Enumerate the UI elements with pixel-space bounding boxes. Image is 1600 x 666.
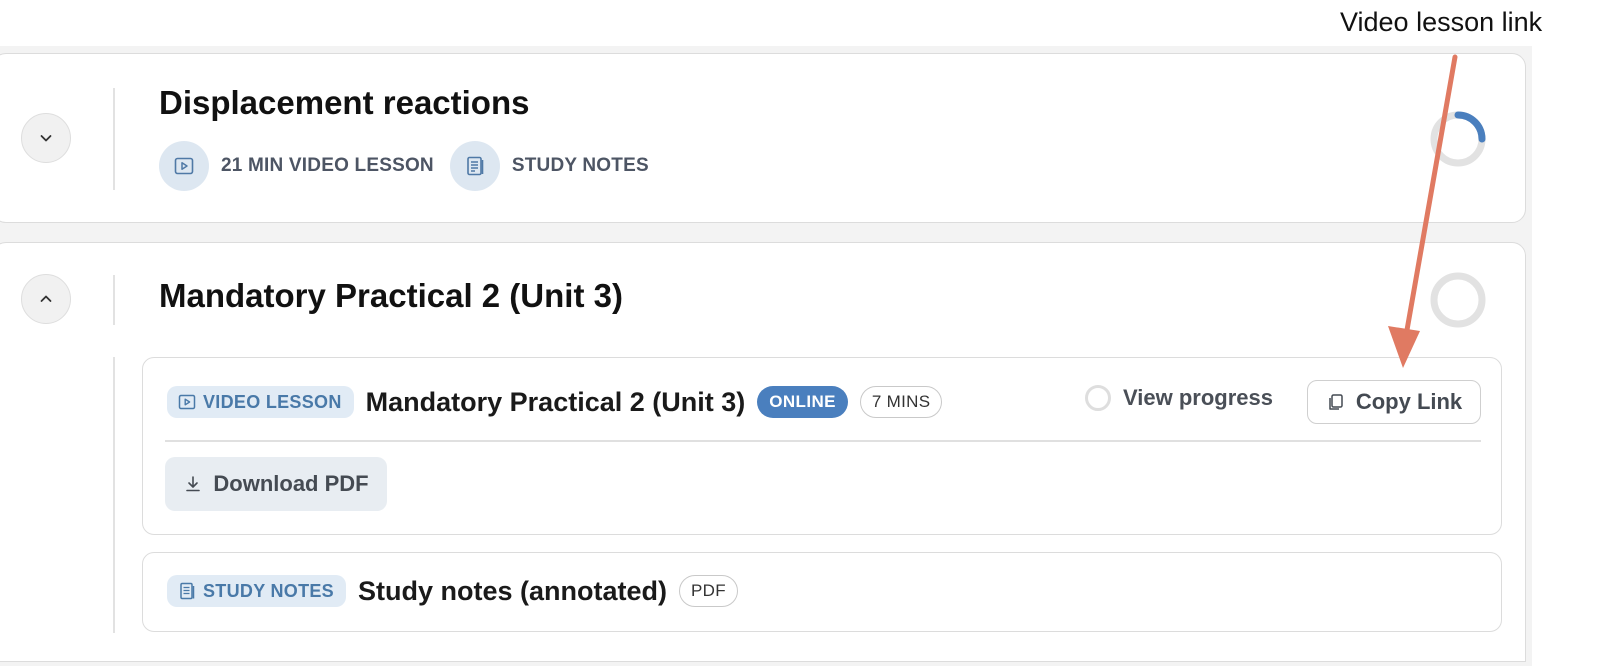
study-notes-row: STUDY NOTES Study notes (annotated) PDF [167,575,738,607]
section-divider [113,88,115,190]
expand-toggle-button[interactable] [21,113,71,163]
annotation-label: Video lesson link [1340,7,1543,37]
download-icon [186,476,201,492]
video-lesson-title-link[interactable]: Mandatory Practical 2 (Unit 3) [366,387,746,418]
collapse-toggle-button[interactable] [21,274,71,324]
view-progress-link[interactable]: View progress [1085,385,1273,411]
format-badge: PDF [679,575,738,607]
page: Displacement reactions 21 MIN VIDEO LESS… [0,0,1600,666]
section-divider [113,275,115,325]
copy-link-button[interactable]: Copy Link [1307,380,1481,424]
copy-icon [1329,394,1343,410]
notes-meta-icon-badge [449,141,500,191]
study-notes-title-link[interactable]: Study notes (annotated) [358,576,667,607]
progress-ring-empty [1430,272,1486,328]
play-icon [174,157,194,175]
study-notes-item: STUDY NOTES Study notes (annotated) PDF [142,552,1502,632]
video-meta-icon-badge [159,141,209,191]
video-lesson-tag-label: VIDEO LESSON [203,391,342,412]
notes-icon [467,156,484,176]
progress-circle-icon [1085,385,1111,411]
item-divider [165,440,1481,442]
view-progress-label: View progress [1123,385,1273,410]
section-card-displacement-reactions: Displacement reactions 21 MIN VIDEO LESS… [0,53,1526,223]
video-lesson-tag: VIDEO LESSON [167,386,354,418]
items-divider [113,357,115,633]
study-notes-tag-label: STUDY NOTES [203,580,334,601]
play-icon [178,394,196,410]
progress-ring-partial [1430,111,1486,167]
online-badge: ONLINE [757,386,848,418]
video-lesson-item: VIDEO LESSON Mandatory Practical 2 (Unit… [142,357,1502,535]
section-meta: 21 MIN VIDEO LESSON STUDY NOTES [159,141,665,191]
chevron-up-icon [40,295,52,302]
video-lesson-meta-label: 21 MIN VIDEO LESSON [221,155,434,176]
chevron-down-icon [40,135,52,142]
copy-link-label: Copy Link [1355,389,1463,414]
video-lesson-row: VIDEO LESSON Mandatory Practical 2 (Unit… [167,386,943,418]
section-title: Displacement reactions [159,84,530,121]
duration-badge: 7 MINS [859,386,943,418]
download-pdf-button[interactable]: Download PDF [165,457,387,511]
study-notes-tag: STUDY NOTES [167,575,346,607]
study-notes-meta-label: STUDY NOTES [511,155,649,176]
download-pdf-label: Download PDF [213,471,369,496]
notes-icon [180,582,195,600]
section-title: Mandatory Practical 2 (Unit 3) [159,277,623,314]
